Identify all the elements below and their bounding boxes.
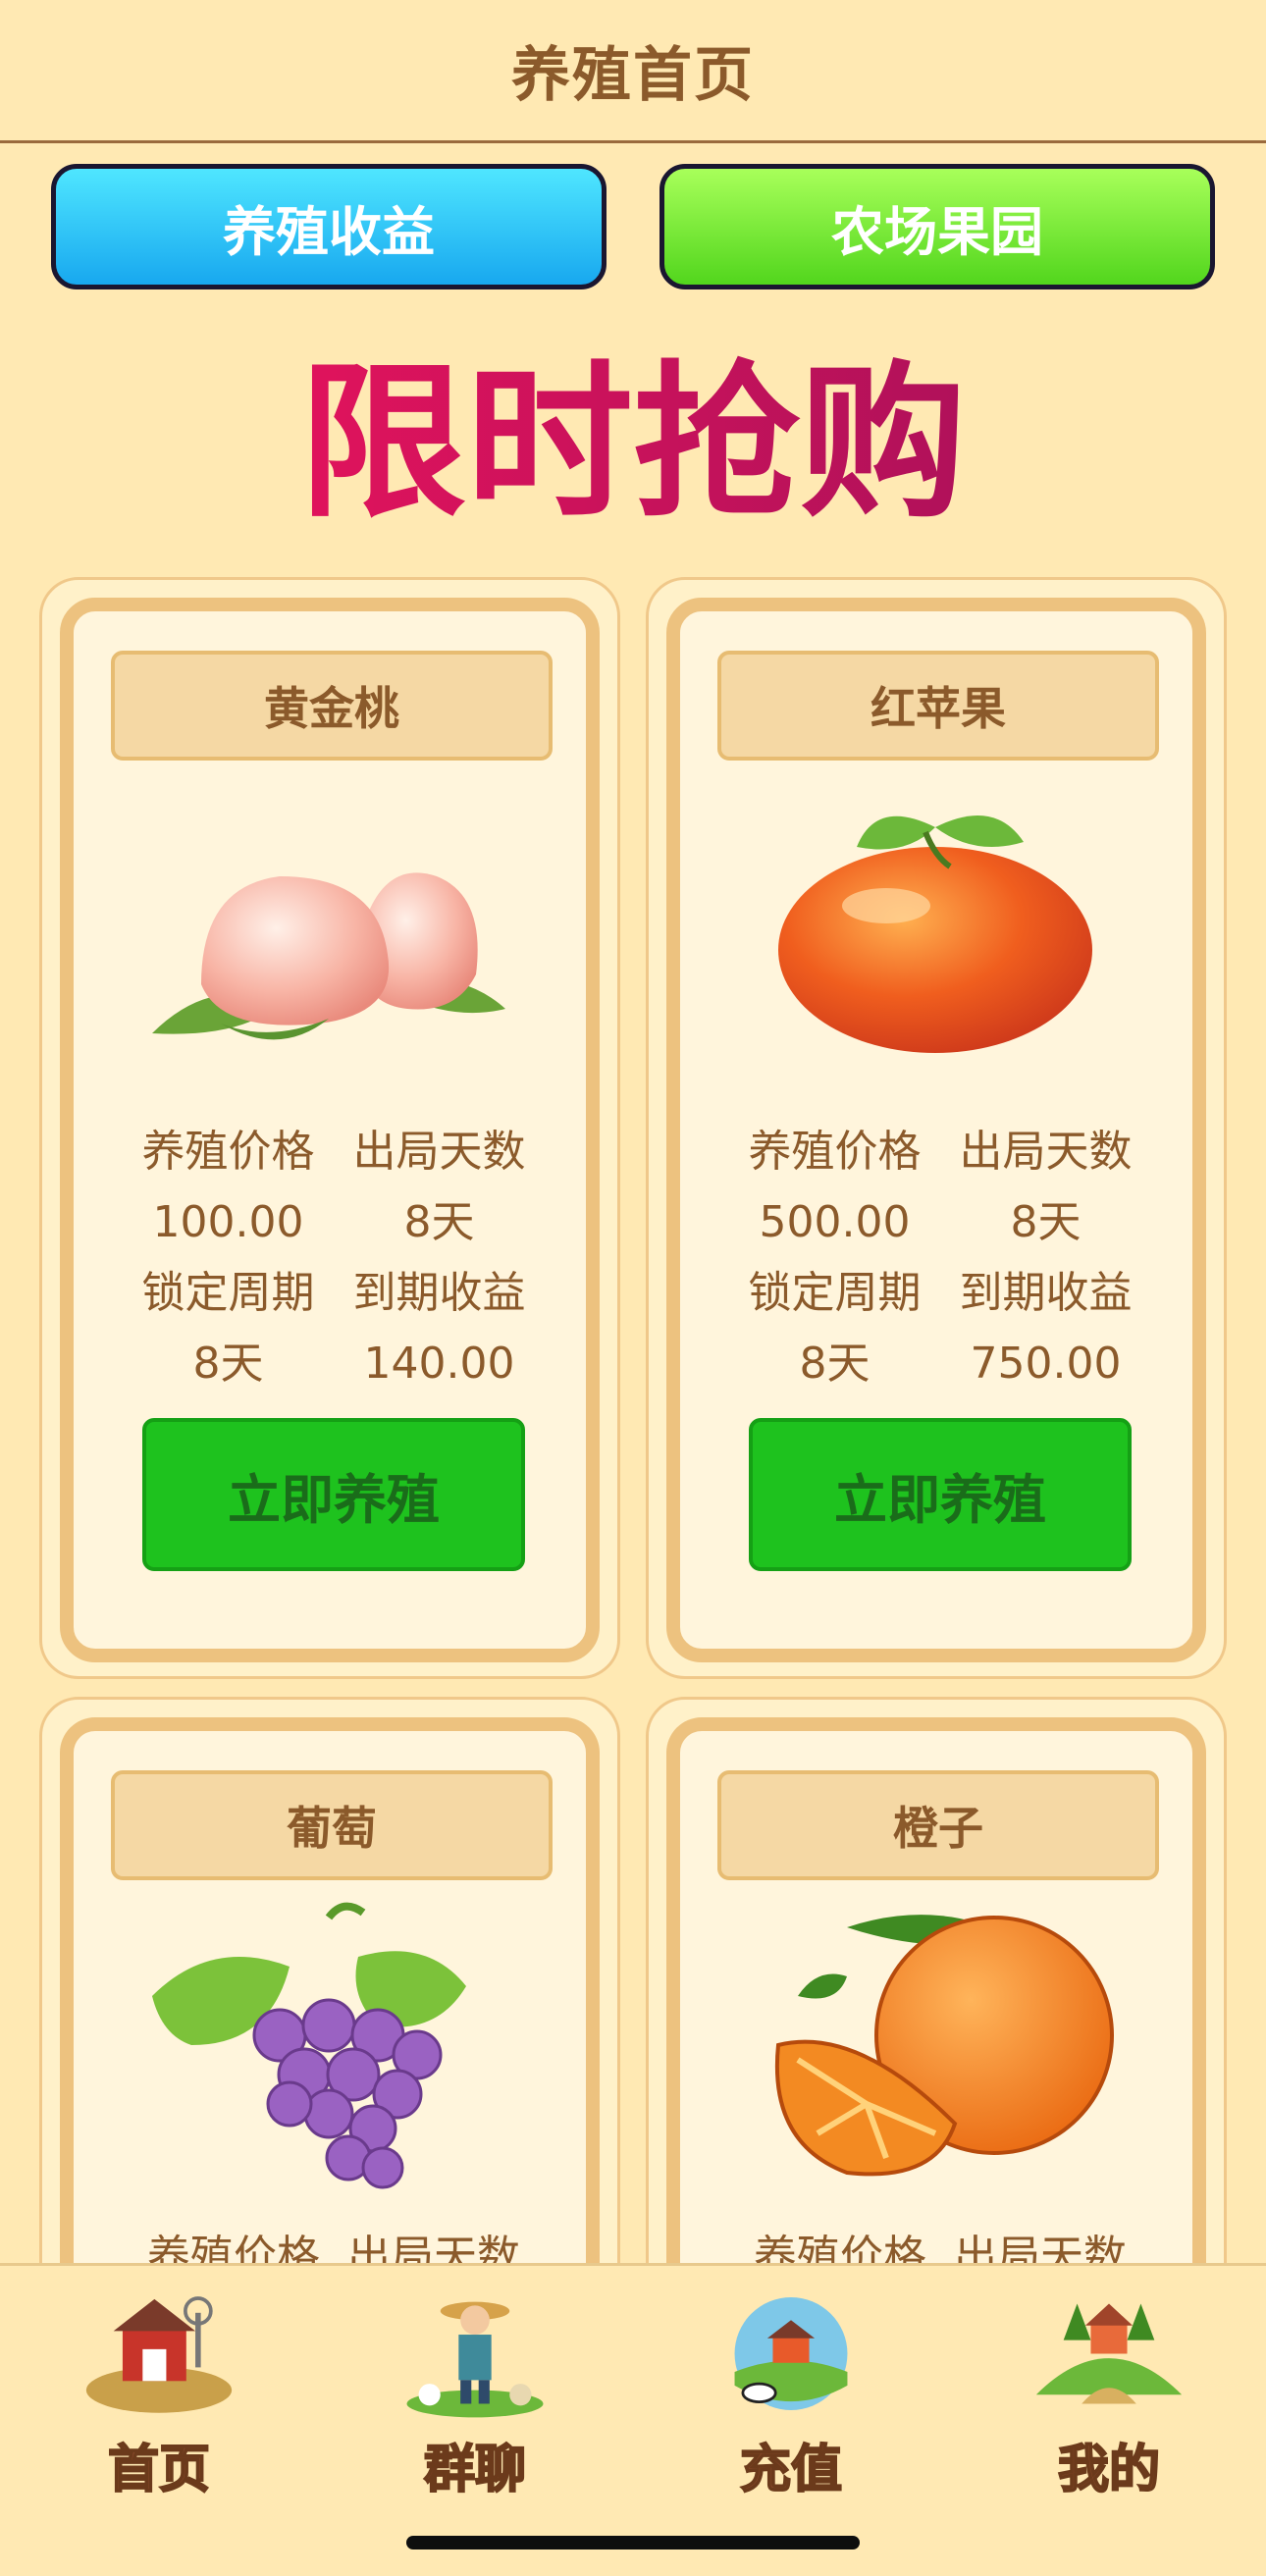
days-value: 8天 [1010, 1197, 1081, 1247]
breeding-income-button[interactable]: 养殖收益 [51, 164, 607, 289]
lock-value: 8天 [192, 1339, 264, 1389]
farm-globe-icon [734, 2297, 848, 2410]
buy-now-button[interactable]: 立即养殖 [142, 1418, 525, 1571]
product-name: 葡萄 [111, 1770, 553, 1880]
red-apple-image [778, 815, 1092, 1053]
product-stats: 养殖价格 出局天数 100.00 8天 锁定周期 到期收益 8天 140.00 [123, 1122, 545, 1394]
product-card-inner: 红苹果 养殖价格 出局天数 500.00 8天 锁定周期 到期收益 8天 750… [666, 598, 1206, 1662]
nav-label-mine: 我的 [1057, 2440, 1161, 2500]
income-label: 到期收益 [959, 1268, 1133, 1318]
product-name: 橙子 [717, 1770, 1159, 1880]
product-card-inner: 葡萄 养殖价格 出局天数 [60, 1717, 600, 2345]
page: 养殖首页 养殖收益 农场果园 限时抢购 黄金桃 养殖价格 出局天数 100.00… [0, 0, 1266, 2576]
price-label: 养殖价格 [141, 1127, 315, 1177]
grape-image [152, 1902, 466, 2189]
price-value: 500.00 [759, 1197, 911, 1247]
product-name: 黄金桃 [111, 651, 553, 761]
buy-now-button[interactable]: 立即养殖 [749, 1418, 1132, 1571]
product-card-inner: 橙子 养殖价格 出局天数 [666, 1717, 1206, 2345]
nav-item-recharge[interactable]: 充值 [693, 2286, 889, 2501]
house-hill-icon [1035, 2303, 1183, 2404]
product-card: 红苹果 养殖价格 出局天数 500.00 8天 锁定周期 到期收益 8天 750… [646, 577, 1227, 1679]
income-label: 到期收益 [352, 1268, 526, 1318]
flash-sale-text: 限时抢购 [299, 346, 967, 540]
barn-icon [85, 2296, 233, 2413]
product-card: 葡萄 养殖价格 出局天数 [39, 1697, 620, 2345]
nav-label-recharge: 充值 [739, 2440, 843, 2500]
days-value: 8天 [403, 1197, 475, 1247]
flash-sale-banner: 限时抢购 [0, 343, 1266, 540]
orange-image [774, 1915, 1114, 2177]
home-indicator[interactable] [406, 2536, 860, 2550]
bottom-nav: 首页 群聊 充值 我的 [0, 2263, 1266, 2576]
header: 养殖首页 [0, 0, 1266, 143]
page-title: 养殖首页 [511, 41, 755, 110]
product-card-inner: 黄金桃 养殖价格 出局天数 100.00 8天 锁定周期 到期收益 8天 140… [60, 598, 600, 1662]
farm-orchard-button[interactable]: 农场果园 [659, 164, 1215, 289]
days-label: 出局天数 [352, 1127, 526, 1177]
price-value: 100.00 [152, 1197, 304, 1247]
peach-image [152, 872, 505, 1040]
nav-item-home[interactable]: 首页 [61, 2286, 257, 2501]
nav-item-chat[interactable]: 群聊 [377, 2286, 573, 2501]
price-label: 养殖价格 [748, 1127, 922, 1177]
product-card: 橙子 养殖价格 出局天数 [646, 1697, 1227, 2345]
product-stats: 养殖价格 出局天数 500.00 8天 锁定周期 到期收益 8天 750.00 [729, 1122, 1151, 1394]
nav-label-home: 首页 [107, 2440, 211, 2500]
lock-label: 锁定周期 [748, 1268, 922, 1318]
income-value: 750.00 [970, 1339, 1122, 1389]
product-name: 红苹果 [717, 651, 1159, 761]
days-label: 出局天数 [959, 1127, 1133, 1177]
lock-label: 锁定周期 [141, 1268, 315, 1318]
product-card: 黄金桃 养殖价格 出局天数 100.00 8天 锁定周期 到期收益 8天 140… [39, 577, 620, 1679]
lock-value: 8天 [799, 1339, 870, 1389]
nav-label-chat: 群聊 [423, 2440, 527, 2500]
flash-sale-logo: 限时抢购 [299, 346, 967, 540]
income-value: 140.00 [363, 1339, 515, 1389]
farmer-icon [406, 2301, 544, 2418]
nav-item-mine[interactable]: 我的 [1011, 2286, 1207, 2501]
